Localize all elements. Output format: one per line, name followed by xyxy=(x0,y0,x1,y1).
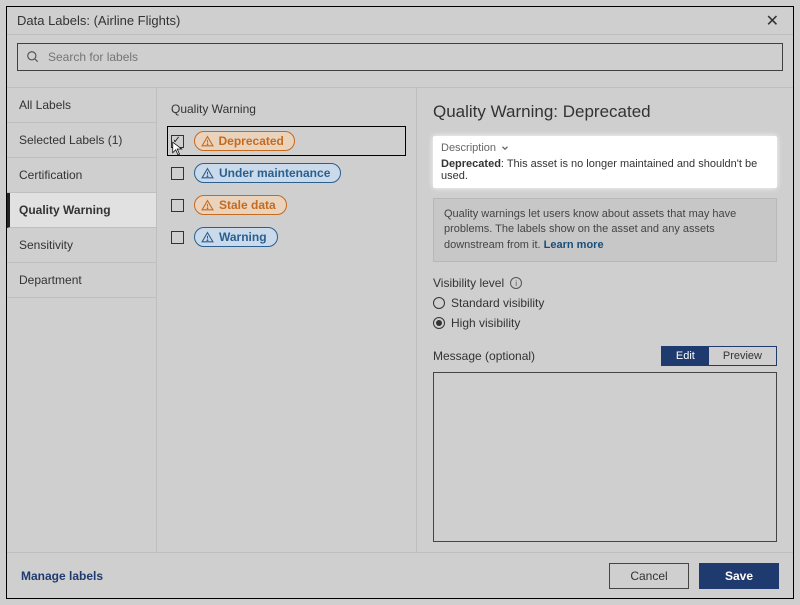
close-icon[interactable]: ✕ xyxy=(762,9,783,33)
manage-labels-link[interactable]: Manage labels xyxy=(21,569,103,583)
message-header: Message (optional) Edit Preview xyxy=(433,346,777,366)
learn-more-link[interactable]: Learn more xyxy=(544,239,604,251)
visibility-label: Visibility level xyxy=(433,276,504,290)
label-pill-under-maintenance[interactable]: Under maintenance xyxy=(194,163,341,183)
tab-preview[interactable]: Preview xyxy=(709,347,776,365)
label-row-stale-data[interactable]: Stale data xyxy=(167,190,406,220)
label-pill-text: Deprecated xyxy=(219,134,284,148)
dialog-title: Data Labels: (Airline Flights) xyxy=(17,13,180,28)
tab-edit[interactable]: Edit xyxy=(662,347,709,365)
detail-panel: Quality Warning: Deprecated Description … xyxy=(417,88,793,552)
dialog-header: Data Labels: (Airline Flights) ✕ xyxy=(7,7,793,35)
radio-icon xyxy=(433,297,445,309)
radio-high-visibility[interactable]: High visibility xyxy=(433,316,777,330)
label-pill-text: Warning xyxy=(219,230,267,244)
label-row-warning[interactable]: Warning xyxy=(167,222,406,252)
label-pill-stale-data[interactable]: Stale data xyxy=(194,195,287,215)
label-list-panel: Quality Warning Deprecated Under mainten… xyxy=(157,88,417,552)
label-list-title: Quality Warning xyxy=(167,102,406,116)
label-row-deprecated[interactable]: Deprecated xyxy=(167,126,406,156)
chevron-down-icon xyxy=(500,143,510,153)
sidebar-item-department[interactable]: Department xyxy=(7,263,156,298)
warning-icon xyxy=(201,199,214,212)
warning-icon xyxy=(201,135,214,148)
sidebar-item-quality-warning[interactable]: Quality Warning xyxy=(7,193,156,228)
description-label-name: Deprecated xyxy=(441,158,501,170)
search-box[interactable] xyxy=(17,43,783,71)
description-toggle[interactable]: Description xyxy=(441,142,769,154)
dialog-body: All Labels Selected Labels (1) Certifica… xyxy=(7,87,793,552)
dialog-frame: Data Labels: (Airline Flights) ✕ All Lab… xyxy=(6,6,794,599)
label-row-under-maintenance[interactable]: Under maintenance xyxy=(167,158,406,188)
search-input[interactable] xyxy=(46,49,774,65)
radio-icon xyxy=(433,317,445,329)
label-pill-warning[interactable]: Warning xyxy=(194,227,278,247)
message-tabs: Edit Preview xyxy=(661,346,777,366)
footer-buttons: Cancel Save xyxy=(609,563,779,589)
sidebar-item-sensitivity[interactable]: Sensitivity xyxy=(7,228,156,263)
message-textarea[interactable] xyxy=(433,372,777,542)
save-button[interactable]: Save xyxy=(699,563,779,589)
message-section: Message (optional) Edit Preview xyxy=(433,346,777,542)
radio-label: High visibility xyxy=(451,316,520,330)
description-head-label: Description xyxy=(441,142,496,154)
dialog-footer: Manage labels Cancel Save xyxy=(7,552,793,598)
warning-icon xyxy=(201,167,214,180)
search-row xyxy=(7,35,793,79)
label-pill-text: Under maintenance xyxy=(219,166,330,180)
checkbox-stale-data[interactable] xyxy=(171,199,184,212)
checkbox-deprecated[interactable] xyxy=(171,135,184,148)
warning-icon xyxy=(201,231,214,244)
info-banner: Quality warnings let users know about as… xyxy=(433,198,777,262)
radio-label: Standard visibility xyxy=(451,296,544,310)
description-box: Description Deprecated: This asset is no… xyxy=(433,136,777,188)
label-pill-deprecated[interactable]: Deprecated xyxy=(194,131,295,151)
visibility-section: Visibility level i Standard visibility H… xyxy=(433,276,777,330)
sidebar-item-all-labels[interactable]: All Labels xyxy=(7,88,156,123)
detail-title: Quality Warning: Deprecated xyxy=(433,102,777,122)
cancel-button[interactable]: Cancel xyxy=(609,563,689,589)
checkbox-warning[interactable] xyxy=(171,231,184,244)
visibility-heading: Visibility level i xyxy=(433,276,777,290)
sidebar-item-certification[interactable]: Certification xyxy=(7,158,156,193)
sidebar-item-selected-labels[interactable]: Selected Labels (1) xyxy=(7,123,156,158)
message-label: Message (optional) xyxy=(433,349,535,363)
info-icon[interactable]: i xyxy=(510,277,522,289)
checkbox-under-maintenance[interactable] xyxy=(171,167,184,180)
search-icon xyxy=(26,50,40,64)
label-pill-text: Stale data xyxy=(219,198,276,212)
category-sidebar: All Labels Selected Labels (1) Certifica… xyxy=(7,88,157,552)
description-text: Deprecated: This asset is no longer main… xyxy=(441,158,769,182)
radio-standard-visibility[interactable]: Standard visibility xyxy=(433,296,777,310)
